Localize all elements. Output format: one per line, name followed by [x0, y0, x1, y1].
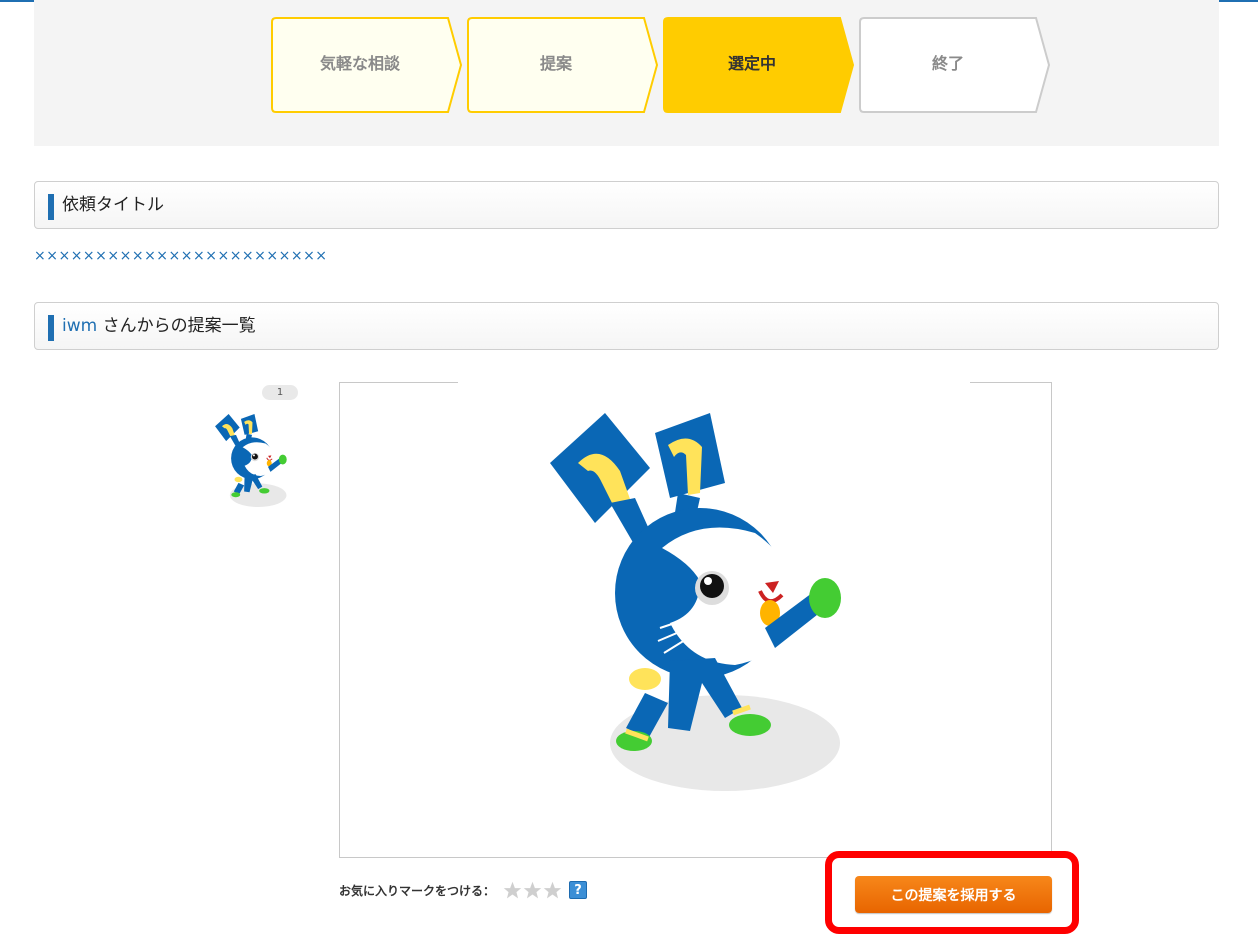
proposal-thumbnail[interactable]: [212, 414, 292, 510]
frame-top-gap: [458, 381, 970, 385]
star-icon[interactable]: [523, 881, 542, 900]
rabbit-mascot-icon: [550, 413, 841, 791]
step-finished: 終了: [859, 17, 1051, 113]
proposal-number-badge: 1: [262, 385, 298, 400]
proposal-list-heading: iwm さんからの提案一覧: [34, 302, 1219, 350]
step-proposal: 提案: [467, 17, 659, 113]
heading-accent-bar: [48, 194, 54, 220]
request-title-heading: 依頼タイトル: [34, 181, 1219, 229]
proposer-name[interactable]: iwm: [62, 316, 97, 336]
proposal-image-frame[interactable]: [339, 381, 1052, 858]
heading-text: iwm さんからの提案一覧: [62, 303, 256, 349]
help-icon[interactable]: ?: [569, 881, 588, 899]
heading-accent-bar: [48, 315, 54, 341]
heading-text: 依頼タイトル: [62, 195, 164, 215]
step-consultation: 気軽な相談: [271, 17, 463, 113]
step-label: 提案: [539, 54, 572, 73]
request-title-value: ××××××××××××××××××××××××: [34, 248, 328, 264]
star-icon[interactable]: [543, 881, 562, 900]
favorite-stars: [503, 881, 563, 900]
favorite-label: お気に入りマークをつける：: [339, 883, 496, 898]
step-selecting: 選定中: [663, 17, 855, 113]
step-label: 気軽な相談: [319, 54, 400, 73]
rabbit-mascot-icon: [215, 414, 287, 508]
heading-suffix: さんからの提案一覧: [97, 316, 256, 336]
step-label: 選定中: [727, 54, 776, 73]
adopt-proposal-button[interactable]: この提案を採用する: [855, 876, 1052, 913]
star-icon[interactable]: [503, 881, 522, 900]
step-label: 終了: [931, 54, 964, 73]
progress-steps: 気軽な相談 提案 選定中 終了: [271, 17, 1051, 113]
favorite-mark-row: お気に入りマークをつける： ?: [339, 878, 588, 902]
progress-panel: 気軽な相談 提案 選定中 終了: [34, 0, 1219, 146]
